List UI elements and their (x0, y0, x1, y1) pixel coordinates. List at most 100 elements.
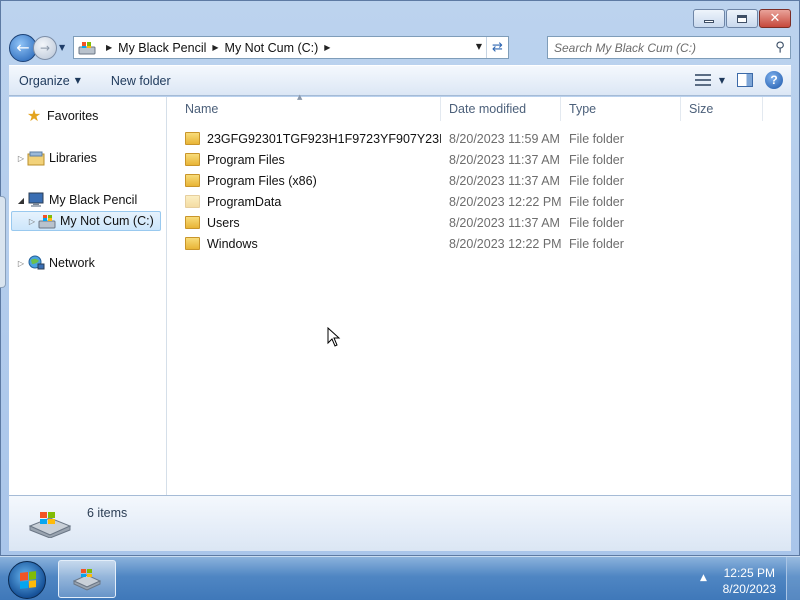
breadcrumb-drive[interactable]: My Not Cum (C:) (225, 41, 319, 55)
show-desktop-button[interactable] (786, 557, 800, 600)
file-name: 23GFG92301TGF923H1F9723YF907Y23F79... (207, 131, 441, 146)
network-icon (28, 255, 45, 270)
back-arrow-icon: ← (16, 38, 30, 57)
clock-time: 12:25 PM (723, 566, 775, 580)
address-bar[interactable]: ▶ My Black Pencil ▶ My Not Cum (C:) ▶ ▼ … (73, 36, 509, 59)
nav-label: Favorites (47, 109, 99, 123)
table-row[interactable]: Program Files 8/20/2023 11:37 AM File fo… (167, 149, 791, 170)
file-type: File folder (569, 173, 624, 188)
nav-item-drive-selected[interactable]: ▷ My Not Cum (C:) (11, 211, 161, 231)
close-button[interactable]: ✕ (759, 9, 791, 28)
organize-button[interactable]: Organize ▼ (19, 74, 81, 88)
column-header-row: Name ▲ Date modified Type Size (167, 93, 791, 121)
taskbar: ▲ 12:25 PM 8/20/2023 (0, 556, 800, 600)
start-button[interactable] (8, 561, 46, 599)
nav-item-favorites[interactable]: ★ Favorites (25, 106, 99, 126)
search-icon[interactable]: ⚲ (770, 40, 790, 55)
command-bar-right: ▼ ? (694, 71, 783, 89)
column-date-label: Date modified (449, 102, 527, 116)
expand-arrow-icon[interactable]: ▷ (15, 259, 27, 268)
new-folder-button[interactable]: New folder (111, 74, 171, 88)
nav-label: My Black Pencil (49, 193, 138, 207)
table-row[interactable]: Users 8/20/2023 11:37 AM File folder (167, 212, 791, 233)
new-folder-label: New folder (110, 73, 171, 88)
recent-pages-dropdown[interactable]: ▼ (59, 43, 71, 52)
column-type-label: Type (569, 102, 597, 116)
folder-icon (185, 195, 200, 208)
file-date: 8/20/2023 12:22 PM (449, 236, 561, 251)
file-name-cell: Program Files (167, 153, 441, 167)
file-name: Windows (207, 236, 258, 251)
folder-icon (185, 216, 200, 229)
column-header-size[interactable]: Size (681, 97, 763, 121)
preview-pane-icon[interactable] (737, 73, 753, 87)
table-row[interactable]: ProgramData 8/20/2023 12:22 PM File fold… (167, 191, 791, 212)
file-name-cell: ProgramData (167, 195, 441, 209)
file-date: 8/20/2023 11:37 AM (449, 152, 560, 167)
minimize-button[interactable] (693, 9, 725, 28)
search-input[interactable] (554, 40, 770, 55)
minimize-icon (704, 20, 714, 23)
nav-item-computer[interactable]: ◢ My Black Pencil (15, 190, 137, 210)
forward-button[interactable]: → (33, 35, 57, 60)
column-header-date[interactable]: Date modified (441, 97, 561, 121)
nav-label: Network (49, 256, 95, 270)
file-name-cell: Program Files (x86) (167, 174, 441, 188)
navigation-pane: ★ Favorites ▷ Libraries ◢ My Black Penci… (9, 97, 167, 495)
file-name-cell: Users (167, 216, 441, 230)
breadcrumb-separator[interactable]: ▶ (212, 43, 218, 52)
drive-icon (38, 215, 56, 229)
taskbar-explorer-button[interactable] (58, 560, 116, 598)
folder-icon (185, 174, 200, 187)
refresh-icon: ⇄ (492, 40, 503, 55)
file-type: File folder (569, 236, 624, 251)
address-dropdown[interactable]: ▼ (476, 42, 482, 51)
views-dropdown[interactable]: ▼ (719, 76, 725, 85)
expand-arrow-icon[interactable]: ▷ (26, 217, 38, 226)
nav-label: My Not Cum (C:) (60, 214, 154, 228)
collapse-arrow-icon[interactable]: ◢ (15, 196, 27, 205)
table-row[interactable]: Windows 8/20/2023 12:22 PM File folder (167, 233, 791, 254)
computer-icon (28, 192, 44, 207)
file-name-cell: Windows (167, 237, 441, 251)
column-header-type[interactable]: Type (561, 97, 681, 121)
breadcrumb-separator[interactable]: ▶ (106, 43, 112, 52)
column-size-label: Size (689, 102, 714, 116)
table-row[interactable]: Program Files (x86) 8/20/2023 11:37 AM F… (167, 170, 791, 191)
breadcrumb-separator[interactable]: ▶ (324, 43, 330, 52)
help-icon[interactable]: ? (765, 71, 783, 89)
file-list: 23GFG92301TGF923H1F9723YF907Y23F79... 8/… (167, 128, 791, 254)
command-bar: Organize ▼ New folder ▼ ? (9, 65, 791, 96)
drive-icon (72, 569, 102, 591)
refresh-button[interactable]: ⇄ (486, 37, 508, 58)
tray-expand-icon[interactable]: ▲ (700, 573, 707, 583)
nav-item-network[interactable]: ▷ Network (15, 253, 95, 273)
drive-icon (28, 512, 72, 538)
sort-ascending-icon: ▲ (297, 93, 303, 101)
library-icon (27, 151, 45, 166)
file-date: 8/20/2023 12:22 PM (449, 194, 561, 209)
maximize-button[interactable] (726, 9, 758, 28)
explorer-window: ✕ ← → ▼ ▶ My Black Pencil ▶ My Not Cum (… (0, 0, 800, 556)
details-pane: 6 items (9, 495, 791, 551)
column-header-name[interactable]: Name ▲ (167, 93, 441, 121)
file-name: Users (207, 215, 240, 230)
views-icon[interactable] (694, 73, 713, 87)
nav-item-libraries[interactable]: ▷ Libraries (15, 148, 97, 168)
clock-date: 8/20/2023 (722, 582, 776, 596)
item-count: 6 items (87, 506, 128, 520)
expand-arrow-icon[interactable]: ▷ (15, 154, 27, 163)
folder-icon (185, 153, 200, 166)
file-name: Program Files (207, 152, 285, 167)
file-type: File folder (569, 152, 624, 167)
nav-label: Libraries (49, 151, 97, 165)
chevron-down-icon: ▼ (74, 76, 81, 85)
side-panel-edge (0, 196, 6, 288)
table-row[interactable]: 23GFG92301TGF923H1F9723YF907Y23F79... 8/… (167, 128, 791, 149)
address-row: ← → ▼ ▶ My Black Pencil ▶ My Not Cum (C:… (9, 33, 791, 62)
breadcrumb-computer[interactable]: My Black Pencil (118, 41, 206, 55)
mouse-cursor-icon (327, 327, 341, 347)
column-name-label: Name (185, 102, 219, 116)
clock[interactable]: 12:25 PM 8/20/2023 (723, 565, 776, 597)
search-box[interactable]: ⚲ (547, 36, 791, 59)
